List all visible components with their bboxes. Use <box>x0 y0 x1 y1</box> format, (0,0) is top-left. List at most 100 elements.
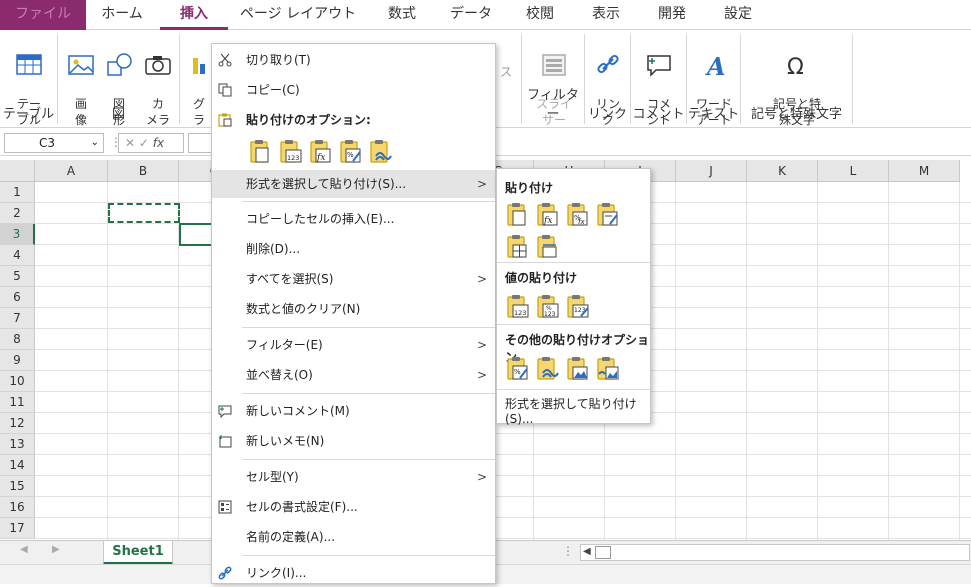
menu-clear-label: 数式と値のクリア(N) <box>246 302 361 316</box>
formula-buttons: ✕ ✓ fx <box>118 133 184 153</box>
menu-cut[interactable]: 切り取り(T) <box>212 46 495 74</box>
menu-clear[interactable]: 数式と値のクリア(N) <box>212 295 495 323</box>
svg-text:%: % <box>347 151 354 159</box>
row-header-1[interactable]: 1 <box>0 182 35 203</box>
horizontal-scrollbar[interactable]: ◀ <box>580 544 970 561</box>
fx-button[interactable]: fx <box>153 136 164 150</box>
column-header-l[interactable]: L <box>818 160 889 182</box>
slicer-icon <box>542 54 566 76</box>
column-header-m[interactable]: M <box>889 160 960 182</box>
menu-paste-special[interactable]: 形式を選択して貼り付け(S)... > <box>212 170 495 198</box>
paste-link-icon[interactable] <box>535 355 559 381</box>
chevron-down-icon[interactable]: ⌄ <box>91 134 99 152</box>
group-link-label: リンク <box>587 107 627 122</box>
menu-cut-label: 切り取り(T) <box>246 53 311 67</box>
scroll-right-icon[interactable]: ▶ <box>52 544 60 555</box>
paste-link-icon[interactable] <box>368 138 392 164</box>
row-header-3[interactable]: 3 <box>0 224 35 245</box>
menu-new-comment-label: 新しいコメント(M) <box>246 404 350 418</box>
format-cells-icon <box>218 500 232 514</box>
tab-data[interactable]: データ <box>442 0 500 30</box>
column-header-j[interactable]: J <box>676 160 747 182</box>
menu-link[interactable]: リンク(I)... <box>212 559 495 587</box>
name-box-value: C3 <box>39 136 56 150</box>
paste-formatting-icon[interactable]: % <box>338 138 362 164</box>
menu-filter[interactable]: フィルター(E) > <box>212 331 495 359</box>
paste-values-icon[interactable]: 123 <box>505 293 529 319</box>
menu-select-all[interactable]: すべてを選択(S) > <box>212 265 495 293</box>
row-header-15[interactable]: 15 <box>0 476 35 497</box>
menu-new-note[interactable]: 新しいメモ(N) <box>212 427 495 455</box>
row-header-12[interactable]: 12 <box>0 413 35 434</box>
paste-icon[interactable] <box>248 138 272 164</box>
paste-formulas-icon[interactable]: fx <box>308 138 332 164</box>
column-header-a[interactable]: A <box>35 160 108 182</box>
row-header-13[interactable]: 13 <box>0 434 35 455</box>
paste-no-borders-icon[interactable] <box>505 233 529 259</box>
tab-home[interactable]: ホーム <box>92 0 152 30</box>
gridline <box>35 538 971 539</box>
menu-format-cells[interactable]: セルの書式設定(F)... <box>212 493 495 521</box>
row-header-2[interactable]: 2 <box>0 203 35 224</box>
paste-values-source-format-icon[interactable]: 123 <box>565 293 589 319</box>
paste-formulas-number-format-icon[interactable]: % fx <box>565 201 589 227</box>
row-header-9[interactable]: 9 <box>0 350 35 371</box>
tab-page-layout[interactable]: ページ レイアウト <box>236 0 360 30</box>
row-header-6[interactable]: 6 <box>0 287 35 308</box>
row-header-10[interactable]: 10 <box>0 371 35 392</box>
tab-splitter-icon[interactable]: ⋮ <box>562 544 574 558</box>
scroll-left-icon[interactable]: ◀ <box>20 544 28 555</box>
column-header-b[interactable]: B <box>108 160 179 182</box>
tab-formulas[interactable]: 数式 <box>376 0 428 30</box>
menu-define-name[interactable]: 名前の定義(A)... <box>212 523 495 551</box>
tab-settings[interactable]: 設定 <box>712 0 764 30</box>
submenu-arrow-icon: > <box>476 470 487 484</box>
scrollbar-thumb[interactable] <box>595 546 611 559</box>
paste-icon[interactable] <box>505 201 529 227</box>
row-header-11[interactable]: 11 <box>0 392 35 413</box>
tab-insert[interactable]: 挿入 <box>160 0 228 30</box>
tab-file[interactable]: ファイル <box>0 0 86 30</box>
menu-insert-copied-cells[interactable]: コピーしたセルの挿入(E)... <box>212 205 495 233</box>
gridline <box>35 433 971 434</box>
menu-define-name-label: 名前の定義(A)... <box>246 530 336 544</box>
menu-new-note-label: 新しいメモ(N) <box>246 434 325 448</box>
row-header-5[interactable]: 5 <box>0 266 35 287</box>
select-all-corner[interactable] <box>0 160 35 182</box>
paste-formatting-icon[interactable]: % <box>505 355 529 381</box>
menu-delete[interactable]: 削除(D)... <box>212 235 495 263</box>
sheet-tab-sheet1[interactable]: Sheet1 <box>103 541 173 565</box>
menu-sort[interactable]: 並べ替え(O) > <box>212 361 495 389</box>
submenu-arrow-icon: > <box>476 272 487 286</box>
paste-keep-source-format-icon[interactable] <box>595 201 619 227</box>
menu-cell-type[interactable]: セル型(Y) > <box>212 463 495 491</box>
name-box[interactable]: C3 ⌄ <box>4 133 104 153</box>
row-header-17[interactable]: 17 <box>0 518 35 539</box>
row-header-7[interactable]: 7 <box>0 308 35 329</box>
enter-icon[interactable]: ✓ <box>139 136 149 150</box>
scroll-left-arrow-icon[interactable]: ◀ <box>583 546 591 557</box>
tab-review[interactable]: 校閲 <box>514 0 566 30</box>
menu-copy[interactable]: コピー(C) <box>212 76 495 104</box>
graph-button[interactable]: グ ラフ <box>188 36 210 144</box>
paste-formulas-icon[interactable]: fx <box>535 201 559 227</box>
link-icon <box>597 54 619 74</box>
gridline <box>35 496 971 497</box>
svg-text:fx: fx <box>316 153 325 163</box>
paste-values-icon[interactable]: 123 <box>278 138 302 164</box>
row-header-8[interactable]: 8 <box>0 329 35 350</box>
cancel-icon[interactable]: ✕ <box>125 136 135 150</box>
row-header-14[interactable]: 14 <box>0 455 35 476</box>
menu-new-comment[interactable]: 新しいコメント(M) <box>212 397 495 425</box>
paste-picture-icon[interactable] <box>565 355 589 381</box>
paste-keep-column-width-icon[interactable] <box>535 233 559 259</box>
row-header-4[interactable]: 4 <box>0 245 35 266</box>
tab-view[interactable]: 表示 <box>580 0 632 30</box>
row-header-16[interactable]: 16 <box>0 497 35 518</box>
submenu-paste-special[interactable]: 形式を選択して貼り付け(S)... <box>505 395 650 426</box>
column-header-k[interactable]: K <box>747 160 818 182</box>
tab-developer[interactable]: 開発 <box>646 0 698 30</box>
paste-values-number-format-icon[interactable]: % 123 <box>535 293 559 319</box>
paste-linked-picture-icon[interactable] <box>595 355 619 381</box>
active-cell-c3[interactable] <box>179 223 213 246</box>
